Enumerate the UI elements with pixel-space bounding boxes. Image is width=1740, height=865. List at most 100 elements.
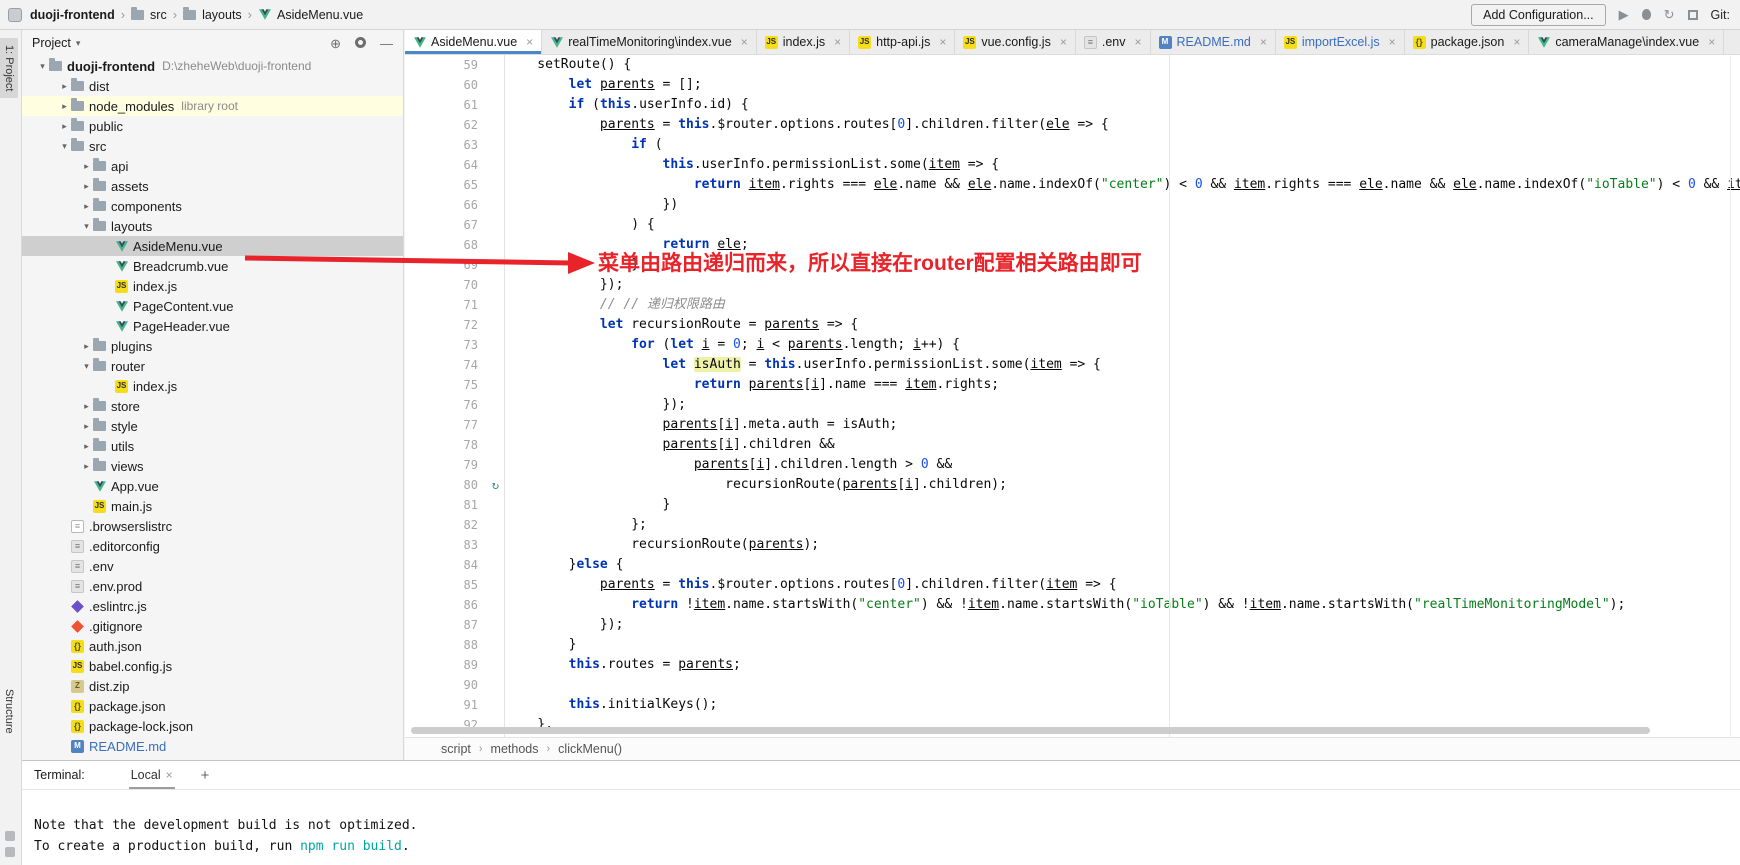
close-tab-icon[interactable]: ×	[939, 35, 946, 49]
close-tab-icon[interactable]: ×	[1708, 35, 1715, 49]
code-line[interactable]: }else {	[506, 555, 1740, 575]
line-number[interactable]: 88	[405, 635, 504, 655]
tree-item-App.vue[interactable]: App.vue	[22, 476, 403, 496]
close-tab-icon[interactable]: ×	[526, 35, 533, 49]
line-number[interactable]: 67	[405, 215, 504, 235]
tree-item-package-lock.json[interactable]: {}package-lock.json	[22, 716, 403, 736]
line-number[interactable]: 65	[405, 175, 504, 195]
code-area[interactable]: setRoute() { let parents = []; if (this.…	[506, 55, 1740, 737]
code-line[interactable]: recursionRoute(parents);	[506, 535, 1740, 555]
chevron-collapsed-icon[interactable]: ▸	[58, 121, 71, 132]
line-number[interactable]: 78	[405, 435, 504, 455]
code-line[interactable]: setRoute() {	[506, 55, 1740, 75]
tree-item-plugins[interactable]: ▸plugins	[22, 336, 403, 356]
horizontal-scrollbar[interactable]	[411, 727, 1650, 734]
code-line[interactable]: parents = this.$router.options.routes[0]…	[506, 115, 1740, 135]
chevron-collapsed-icon[interactable]: ▸	[80, 161, 93, 172]
tab-cameraManage\index.vue[interactable]: cameraManage\index.vue×	[1529, 30, 1724, 54]
code-line[interactable]: };	[506, 515, 1740, 535]
add-configuration-button[interactable]: Add Configuration...	[1471, 4, 1606, 26]
chevron-collapsed-icon[interactable]: ▸	[80, 341, 93, 352]
breadcrumb-file[interactable]: AsideMenu.vue	[277, 8, 363, 22]
tree-item-package.json[interactable]: {}package.json	[22, 696, 403, 716]
chevron-collapsed-icon[interactable]: ▸	[80, 461, 93, 472]
tree-item-Breadcrumb.vue[interactable]: Breadcrumb.vue	[22, 256, 403, 276]
chevron-collapsed-icon[interactable]: ▸	[80, 441, 93, 452]
tree-item-utils[interactable]: ▸utils	[22, 436, 403, 456]
tree-item-layouts[interactable]: ▾layouts	[22, 216, 403, 236]
close-tab-icon[interactable]: ×	[1260, 35, 1267, 49]
tree-item-assets[interactable]: ▸assets	[22, 176, 403, 196]
tree-item-.browserslistrc[interactable]: ≡.browserslistrc	[22, 516, 403, 536]
code-line[interactable]: parents[i].children &&	[506, 435, 1740, 455]
code-line[interactable]: return parents[i].name === item.rights;	[506, 375, 1740, 395]
tree-item-src[interactable]: ▾src	[22, 136, 403, 156]
code-line[interactable]: let isAuth = this.userInfo.permissionLis…	[506, 355, 1740, 375]
code-line[interactable]: });	[506, 615, 1740, 635]
run-icon[interactable]: ▶	[1619, 8, 1629, 21]
close-tab-icon[interactable]: ×	[1389, 35, 1396, 49]
line-number[interactable]: 82	[405, 515, 504, 535]
tab-realTimeMonitoring\index.vue[interactable]: realTimeMonitoring\index.vue×	[542, 30, 757, 54]
code-line[interactable]: return !item.name.startsWith("center") &…	[506, 595, 1740, 615]
vertical-scrollbar[interactable]	[1730, 55, 1740, 737]
debug-icon[interactable]	[1642, 9, 1651, 20]
tree-item-views[interactable]: ▸views	[22, 456, 403, 476]
tab-README.md[interactable]: MREADME.md×	[1151, 30, 1276, 54]
line-number[interactable]: 62	[405, 115, 504, 135]
chevron-collapsed-icon[interactable]: ▸	[58, 81, 71, 92]
line-number[interactable]: 77	[405, 415, 504, 435]
code-line[interactable]: }	[506, 495, 1740, 515]
tool-stripe-icon[interactable]	[5, 847, 15, 857]
code-line[interactable]: // // 递归权限路由	[506, 295, 1740, 315]
close-icon[interactable]: ×	[166, 768, 173, 782]
code-line[interactable]: let recursionRoute = parents => {	[506, 315, 1740, 335]
tree-item-.gitignore[interactable]: .gitignore	[22, 616, 403, 636]
line-number[interactable]: 76	[405, 395, 504, 415]
tab-AsideMenu.vue[interactable]: AsideMenu.vue×	[405, 30, 542, 54]
breadcrumb-project[interactable]: duoji-frontend	[30, 8, 115, 22]
line-number[interactable]: 70	[405, 275, 504, 295]
code-line[interactable]: parents = this.$router.options.routes[0]…	[506, 575, 1740, 595]
line-number[interactable]: 89	[405, 655, 504, 675]
code-line[interactable]: });	[506, 395, 1740, 415]
tree-item-node_modules[interactable]: ▸node_moduleslibrary root	[22, 96, 403, 116]
locate-file-icon[interactable]: ⊕	[330, 37, 341, 50]
code-line[interactable]: this.initialKeys();	[506, 695, 1740, 715]
chevron-expanded-icon[interactable]: ▾	[36, 61, 49, 72]
tree-item-babel.config.js[interactable]: JSbabel.config.js	[22, 656, 403, 676]
close-tab-icon[interactable]: ×	[1513, 35, 1520, 49]
line-number[interactable]: 91	[405, 695, 504, 715]
line-number[interactable]: 72	[405, 315, 504, 335]
line-number[interactable]: 61	[405, 95, 504, 115]
line-number[interactable]: 79	[405, 455, 504, 475]
close-tab-icon[interactable]: ×	[741, 35, 748, 49]
tree-item-components[interactable]: ▸components	[22, 196, 403, 216]
close-tab-icon[interactable]: ×	[1134, 35, 1141, 49]
tree-item-public[interactable]: ▸public	[22, 116, 403, 136]
line-number[interactable]: 59	[405, 55, 504, 75]
line-number[interactable]: 68	[405, 235, 504, 255]
update-project-icon[interactable]: ↻	[1664, 8, 1675, 21]
chevron-collapsed-icon[interactable]: ▸	[80, 401, 93, 412]
line-number[interactable]: 64	[405, 155, 504, 175]
tree-item-dist.zip[interactable]: Zdist.zip	[22, 676, 403, 696]
close-tab-icon[interactable]: ×	[834, 35, 841, 49]
tab-.env[interactable]: ≡.env×	[1076, 30, 1151, 54]
tree-item-AsideMenu.vue[interactable]: AsideMenu.vue	[22, 236, 403, 256]
line-number[interactable]: 63	[405, 135, 504, 155]
breadcrumb-layouts[interactable]: layouts	[202, 8, 242, 22]
line-number[interactable]: 87	[405, 615, 504, 635]
tree-item-PageContent.vue[interactable]: PageContent.vue	[22, 296, 403, 316]
code-line[interactable]: ) {	[506, 215, 1740, 235]
breadcrumb-methods[interactable]: methods	[491, 742, 539, 756]
tab-http-api.js[interactable]: JShttp-api.js×	[850, 30, 955, 54]
line-number[interactable]: 85	[405, 575, 504, 595]
tree-item-dist[interactable]: ▸dist	[22, 76, 403, 96]
code-line[interactable]: this.routes = parents;	[506, 655, 1740, 675]
tree-item-main.js[interactable]: JSmain.js	[22, 496, 403, 516]
project-panel-title[interactable]: Project	[32, 36, 71, 50]
line-number[interactable]: 86	[405, 595, 504, 615]
tree-item-PageHeader.vue[interactable]: PageHeader.vue	[22, 316, 403, 336]
tree-item-index.js[interactable]: JSindex.js	[22, 376, 403, 396]
